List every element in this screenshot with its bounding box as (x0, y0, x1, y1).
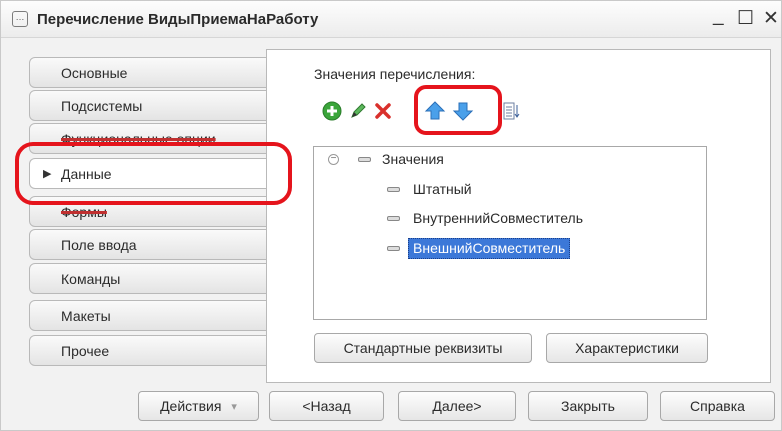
enum-value-icon (387, 246, 400, 251)
tab-formy[interactable]: Формы (29, 196, 267, 227)
tab-label: Макеты (61, 308, 111, 324)
sort-icon[interactable] (499, 99, 523, 123)
tree-item-selected[interactable]: ВнешнийСовместитель (408, 238, 571, 259)
actions-button[interactable]: Действия ▾ (138, 391, 259, 421)
tab-label: Основные (61, 65, 128, 81)
tree-item[interactable]: Штатный (413, 181, 472, 197)
tab-osnovnye[interactable]: Основные (29, 57, 267, 88)
tab-funktsionalnye-optsii[interactable]: Функциональные опции (29, 123, 267, 154)
tab-makety[interactable]: Макеты (29, 300, 267, 331)
tab-komandy[interactable]: Команды (29, 263, 267, 294)
tree-item[interactable]: ВнутреннийСовместитель (413, 210, 583, 226)
tab-dannye[interactable]: ▶ Данные (29, 158, 269, 189)
delete-icon[interactable] (371, 99, 395, 123)
move-down-icon[interactable] (451, 99, 475, 123)
tab-label: Прочее (61, 343, 110, 359)
tab-label: Подсистемы (61, 98, 143, 114)
enum-value-icon (387, 216, 400, 221)
enum-value-icon (387, 187, 400, 192)
characteristics-button[interactable]: Характеристики (546, 333, 708, 363)
close-button[interactable]: ✕ (763, 7, 779, 30)
close-dialog-button[interactable]: Закрыть (528, 391, 648, 421)
dropdown-arrow-icon: ▾ (231, 400, 237, 413)
next-button[interactable]: Далее> (398, 391, 516, 421)
standard-attributes-button[interactable]: Стандартные реквизиты (314, 333, 532, 363)
actions-label: Действия (160, 398, 222, 414)
active-tab-arrow-icon: ▶ (43, 168, 52, 180)
tree-root[interactable]: Значения (382, 151, 444, 167)
maximize-button[interactable]: ☐ (737, 7, 754, 30)
edit-icon[interactable] (346, 99, 370, 123)
tab-label: Данные (61, 166, 112, 182)
collapse-icon[interactable]: − (328, 154, 339, 165)
tab-label: Поле ввода (61, 237, 137, 253)
tab-podsistemy[interactable]: Подсистемы (29, 90, 267, 121)
help-button[interactable]: Справка (660, 391, 775, 421)
move-up-icon[interactable] (423, 99, 447, 123)
back-button[interactable]: <Назад (269, 391, 384, 421)
enum-values-tree[interactable] (313, 146, 707, 320)
enum-values-label: Значения перечисления: (314, 66, 476, 82)
tab-prochee[interactable]: Прочее (29, 335, 267, 366)
minimize-button[interactable]: _ (713, 5, 724, 27)
title-bar: … Перечисление ВидыПриемаНаРаботу _ ☐ ✕ (1, 1, 781, 38)
window: … Перечисление ВидыПриемаНаРаботу _ ☐ ✕ … (0, 0, 782, 431)
add-icon[interactable] (320, 99, 344, 123)
tab-pole-vvoda[interactable]: Поле ввода (29, 229, 267, 260)
tab-label: Команды (61, 271, 121, 287)
tab-label: Формы (61, 204, 107, 220)
enum-values-icon (358, 157, 371, 162)
tab-label: Функциональные опции (61, 131, 216, 147)
window-title: Перечисление ВидыПриемаНаРаботу (37, 11, 319, 28)
form-icon: … (12, 11, 28, 27)
